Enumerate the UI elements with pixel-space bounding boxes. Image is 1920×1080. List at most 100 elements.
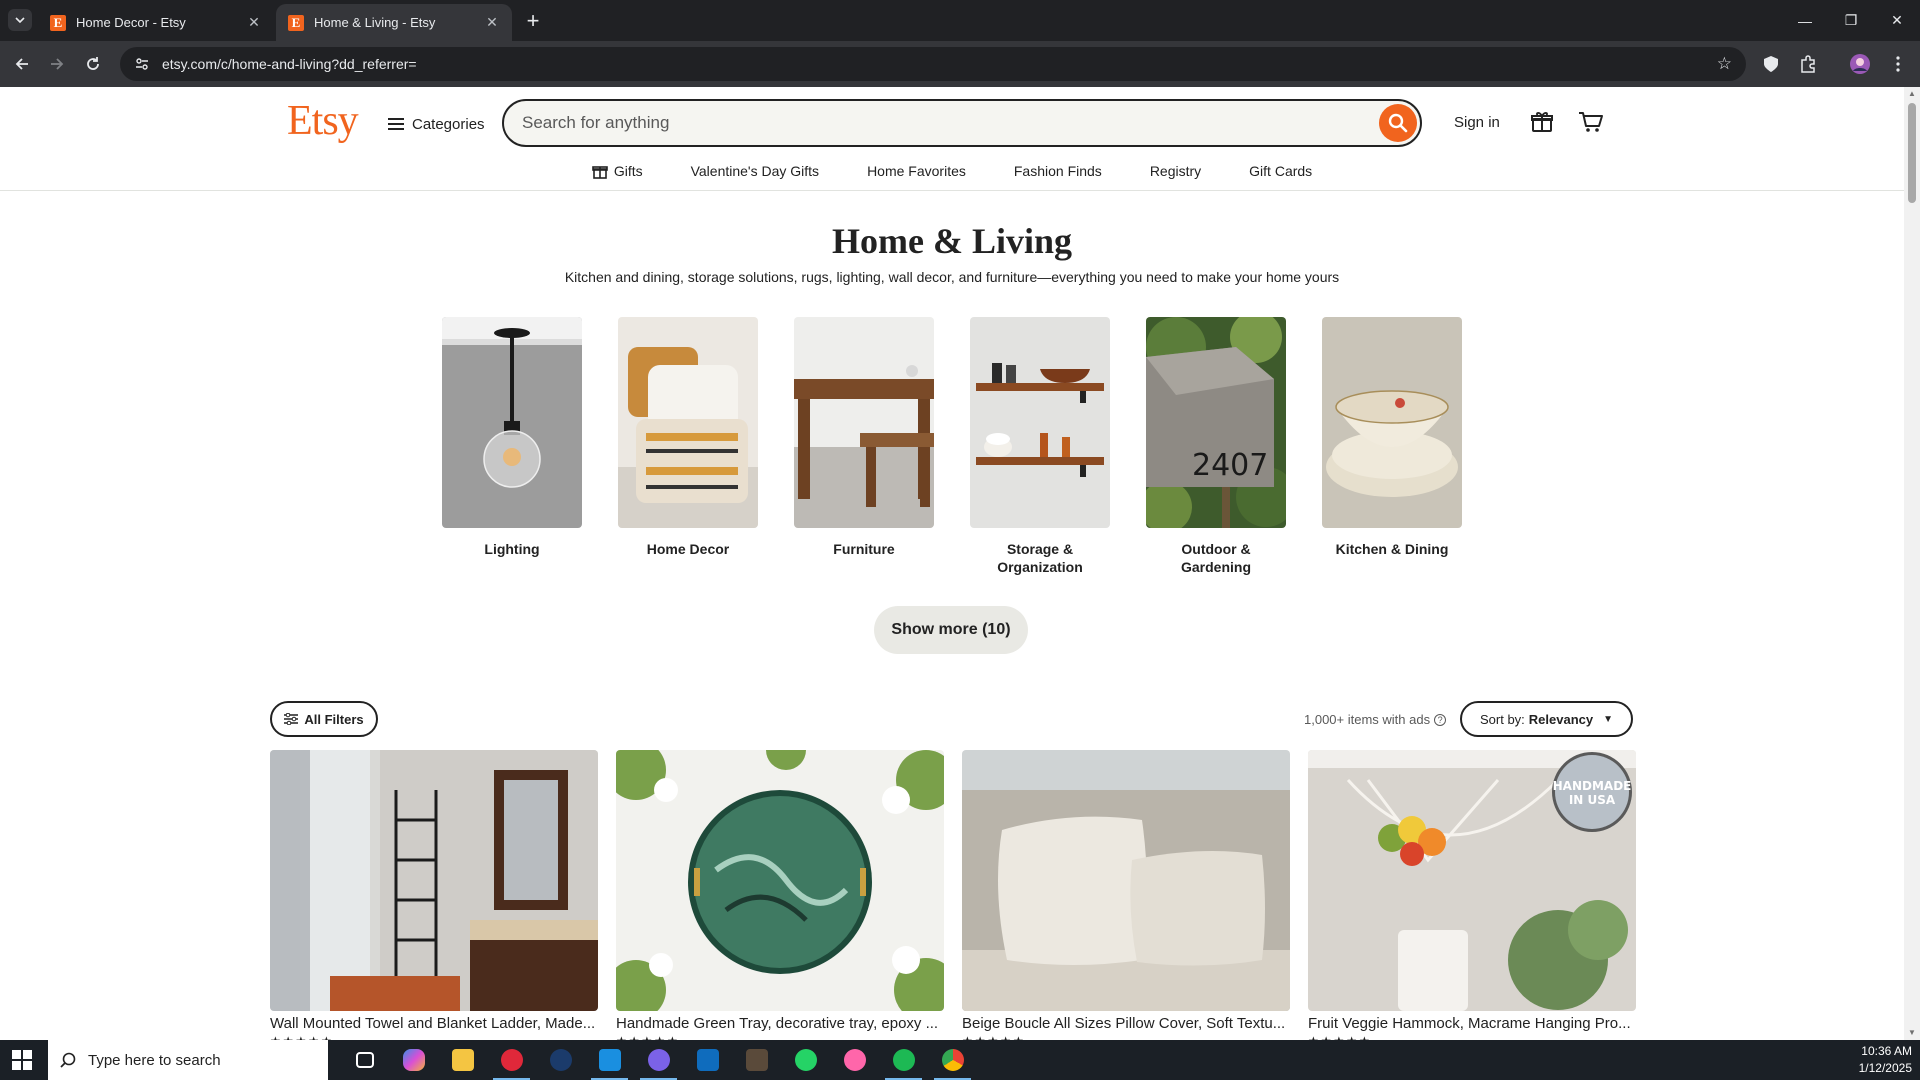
sort-value: Relevancy <box>1528 711 1594 727</box>
browser-toolbar: etsy.com/c/home-and-living?dd_referrer= … <box>0 41 1920 87</box>
cart-icon[interactable] <box>1578 110 1604 136</box>
listing-card[interactable]: HANDMADE IN USA Fruit Veggie Hammock, Ma… <box>1308 750 1636 1040</box>
all-filters-button[interactable]: All Filters <box>270 701 378 737</box>
extensions-puzzle-icon[interactable] <box>1797 53 1819 75</box>
subnav-registry[interactable]: Registry <box>1126 159 1225 183</box>
handmade-badge-line1: HANDMADE <box>1553 779 1632 793</box>
categories-label: Categories <box>412 115 485 133</box>
url-text: etsy.com/c/home-and-living?dd_referrer= <box>162 56 417 72</box>
browser-tabstrip: E Home Decor - Etsy ✕ E Home & Living - … <box>0 0 1920 41</box>
tab-home-living[interactable]: E Home & Living - Etsy ✕ <box>276 4 512 41</box>
taskbar-apps <box>340 1040 977 1080</box>
category-image-furniture <box>794 317 934 528</box>
category-lighting[interactable]: Lighting <box>442 317 582 576</box>
scrollbar-thumb[interactable] <box>1908 103 1916 203</box>
gift-icon <box>592 166 608 179</box>
subnav-gift-cards[interactable]: Gift Cards <box>1225 159 1336 183</box>
scroll-up-icon[interactable]: ▲ <box>1907 89 1917 99</box>
osu-icon[interactable] <box>830 1040 879 1080</box>
sort-prefix: Sort by: <box>1479 711 1525 727</box>
listing-card[interactable]: Beige Boucle All Sizes Pillow Cover, Sof… <box>962 750 1290 1040</box>
category-label: Home Decor <box>646 541 730 557</box>
gift-icon[interactable] <box>1530 110 1556 136</box>
tab-search-button[interactable] <box>8 9 32 31</box>
forward-icon[interactable] <box>44 51 70 77</box>
copilot-icon[interactable] <box>389 1040 438 1080</box>
subnav-valentines[interactable]: Valentine's Day Gifts <box>667 159 843 183</box>
category-label: Kitchen & Dining <box>1335 541 1449 557</box>
close-icon[interactable]: ✕ <box>246 14 262 31</box>
category-outdoor[interactable]: 2407 Outdoor & Gardening <box>1146 317 1286 576</box>
outlook-icon[interactable] <box>683 1040 732 1080</box>
restore-icon[interactable]: ❐ <box>1828 0 1874 41</box>
etsy-logo[interactable]: Etsy <box>287 97 359 145</box>
search-button[interactable] <box>1379 104 1417 142</box>
subnav-fashion-finds[interactable]: Fashion Finds <box>990 159 1126 183</box>
spotify-icon[interactable] <box>879 1040 928 1080</box>
address-bar[interactable]: etsy.com/c/home-and-living?dd_referrer= … <box>120 47 1746 81</box>
discord-icon[interactable] <box>634 1040 683 1080</box>
page-scrollbar[interactable]: ▲ ▼ <box>1904 87 1920 1040</box>
subnav-home-favorites[interactable]: Home Favorites <box>843 159 990 183</box>
category-storage[interactable]: Storage & Organization <box>970 317 1110 576</box>
bookmark-star-icon[interactable]: ☆ <box>1717 54 1732 74</box>
items-count-text: 1,000+ items with ads <box>1304 712 1431 727</box>
sort-dropdown[interactable]: Sort by: Relevancy ▼ <box>1460 701 1633 737</box>
taskbar-search[interactable]: Type here to search <box>48 1040 328 1080</box>
site-header: Etsy Categories Sign in Gifts Valentine'… <box>0 87 1904 191</box>
hamburger-icon <box>388 118 404 130</box>
whatsapp-icon[interactable] <box>781 1040 830 1080</box>
info-icon[interactable]: ? <box>1434 713 1447 726</box>
reload-icon[interactable] <box>80 51 106 77</box>
listing-card[interactable]: Handmade Green Tray, decorative tray, ep… <box>616 750 944 1040</box>
categories-button[interactable]: Categories <box>388 111 485 137</box>
sub-navigation: Gifts Valentine's Day Gifts Home Favorit… <box>0 159 1904 189</box>
search-icon <box>60 1052 76 1068</box>
steam-icon[interactable] <box>536 1040 585 1080</box>
etsy-page: Etsy Categories Sign in Gifts Valentine'… <box>0 87 1904 1040</box>
all-filters-label: All Filters <box>304 711 364 727</box>
chrome-icon[interactable] <box>928 1040 977 1080</box>
minimize-icon[interactable]: — <box>1782 0 1828 41</box>
category-home-decor[interactable]: Home Decor <box>618 317 758 576</box>
category-label: Lighting <box>484 541 540 557</box>
scroll-down-icon[interactable]: ▼ <box>1907 1028 1917 1038</box>
filter-sliders-icon <box>284 713 299 725</box>
new-tab-button[interactable]: + <box>520 8 546 34</box>
category-label: Outdoor & Gardening <box>1180 541 1251 575</box>
file-explorer-icon[interactable] <box>438 1040 487 1080</box>
listing-card[interactable]: Wall Mounted Towel and Blanket Ladder, M… <box>270 750 598 1040</box>
listing-title[interactable]: Handmade Green Tray, decorative tray, ep… <box>616 1015 944 1032</box>
close-window-icon[interactable]: ✕ <box>1874 0 1920 41</box>
game-app-icon[interactable] <box>732 1040 781 1080</box>
show-more-button[interactable]: Show more (10) <box>874 606 1028 654</box>
listing-title[interactable]: Fruit Veggie Hammock, Macrame Hanging Pr… <box>1308 1015 1636 1032</box>
page-subtitle: Kitchen and dining, storage solutions, r… <box>564 269 1340 285</box>
subnav-gifts[interactable]: Gifts <box>568 159 667 183</box>
clock-date: 1/12/2025 <box>1858 1061 1912 1075</box>
opera-icon[interactable] <box>487 1040 536 1080</box>
category-image-outdoor: 2407 <box>1146 317 1286 528</box>
tab-title: Home Decor - Etsy <box>76 15 186 30</box>
listing-title[interactable]: Wall Mounted Towel and Blanket Ladder, M… <box>270 1015 598 1032</box>
windows-start-icon[interactable] <box>12 1050 32 1070</box>
listing-title[interactable]: Beige Boucle All Sizes Pillow Cover, Sof… <box>962 1015 1290 1032</box>
etsy-favicon-icon: E <box>50 14 66 31</box>
taskbar-clock[interactable]: 10:36 AM 1/12/2025 <box>1859 1043 1912 1077</box>
chevron-down-icon <box>15 17 25 23</box>
task-view-icon[interactable] <box>340 1040 389 1080</box>
close-icon[interactable]: ✕ <box>484 14 500 31</box>
site-info-icon[interactable] <box>134 56 150 72</box>
category-label: Storage & Organization <box>997 541 1083 575</box>
vscode-icon[interactable] <box>585 1040 634 1080</box>
shield-extension-icon[interactable] <box>1760 53 1782 75</box>
profile-avatar[interactable] <box>1849 53 1871 75</box>
category-furniture[interactable]: Furniture <box>794 317 934 576</box>
sign-in-link[interactable]: Sign in <box>1454 114 1500 131</box>
browser-menu-icon[interactable] <box>1887 53 1909 75</box>
tab-home-decor[interactable]: E Home Decor - Etsy ✕ <box>38 4 274 41</box>
category-kitchen[interactable]: Kitchen & Dining <box>1322 317 1462 576</box>
search-input[interactable] <box>522 111 1342 135</box>
back-icon[interactable] <box>9 51 35 77</box>
search-bar <box>502 99 1422 147</box>
